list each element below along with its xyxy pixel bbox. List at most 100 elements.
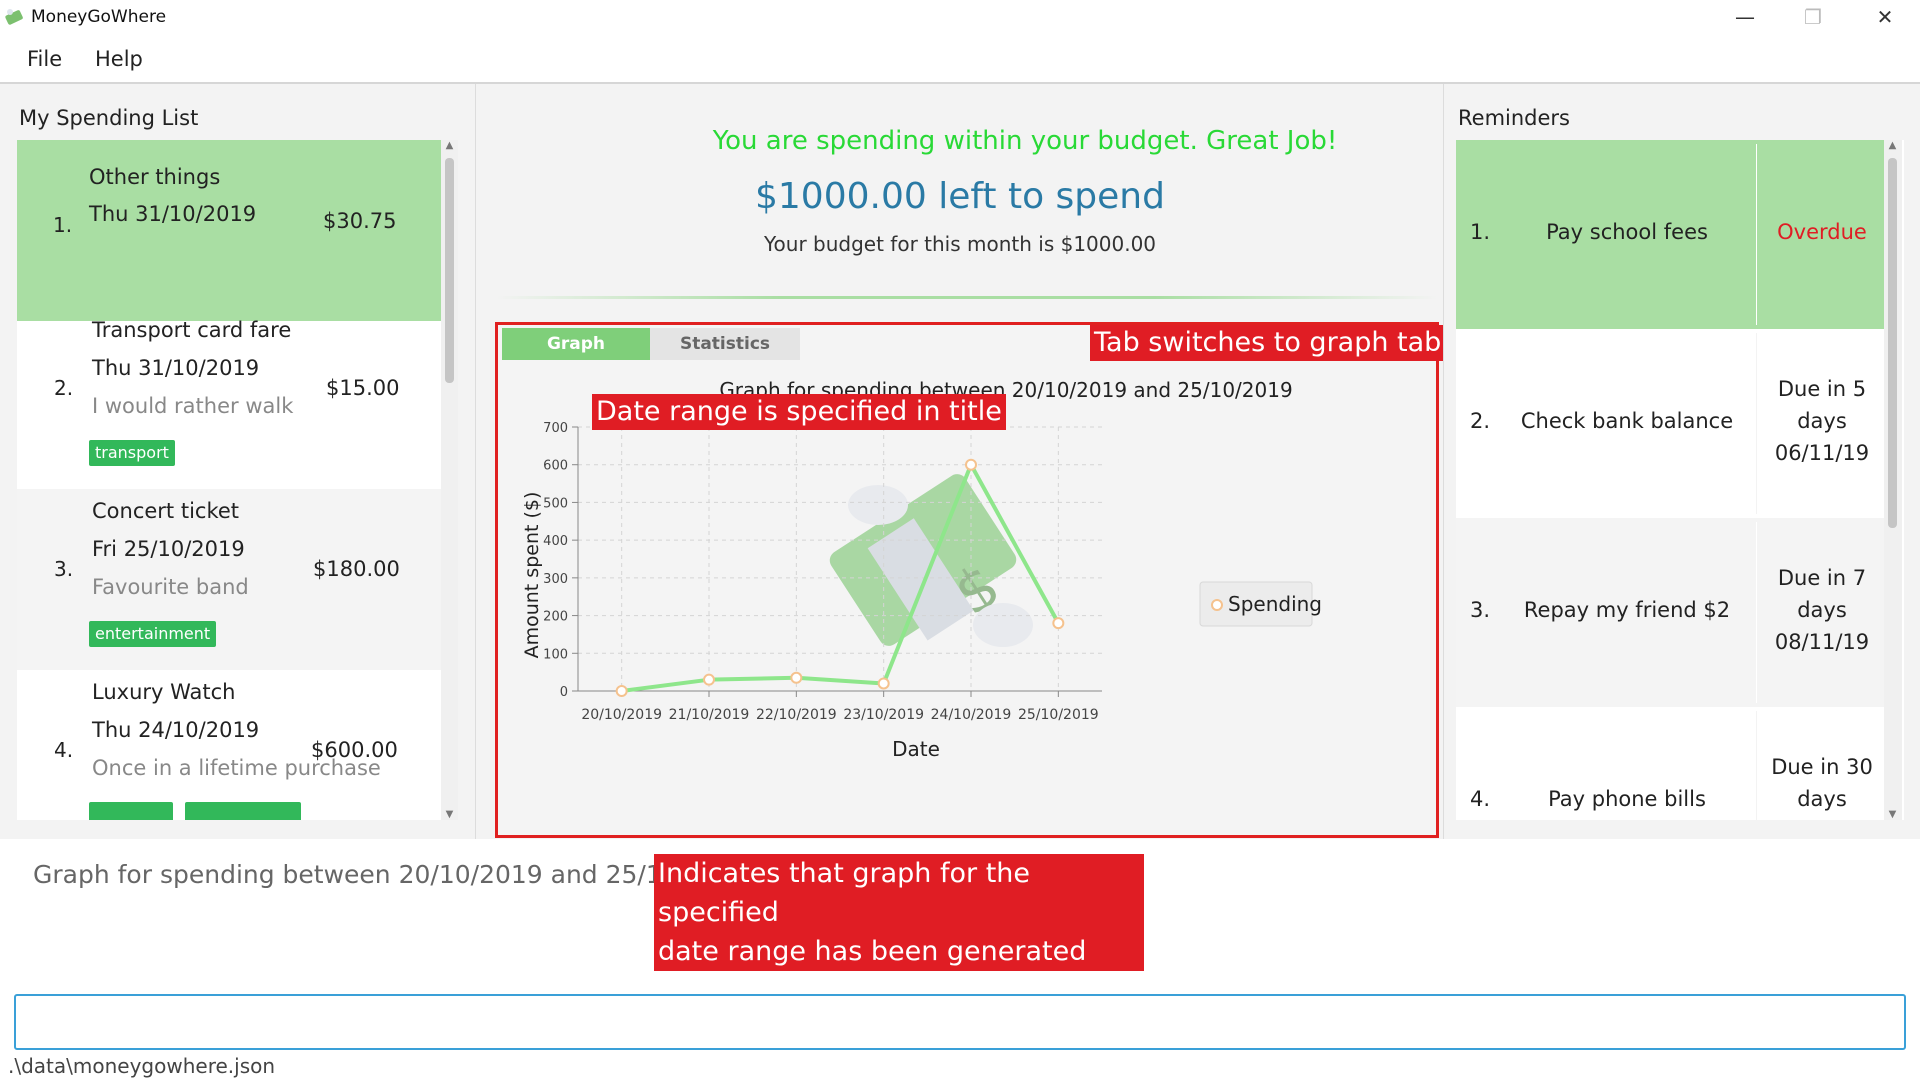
divider (497, 296, 1437, 299)
reminder-due-line: Due in 30 (1771, 755, 1873, 779)
maximize-icon[interactable]: ❐ (1778, 0, 1848, 34)
reminder-item[interactable]: 2. Check bank balance Due in 5 days 06/1… (1456, 329, 1886, 518)
spending-item-index: 4. (54, 738, 74, 762)
spending-item-name: Luxury Watch (92, 680, 236, 704)
reminder-due-line: Due in 5 (1777, 377, 1867, 401)
window-title: MoneyGoWhere (31, 7, 167, 27)
data-point (703, 673, 715, 686)
reminder-due-overdue: Overdue (1777, 220, 1867, 244)
reminder-item[interactable]: 4. Pay phone bills Due in 30 days (1456, 707, 1886, 820)
y-axis-label: Amount spent ($) (521, 492, 543, 659)
command-box[interactable] (14, 994, 1906, 1050)
annotation-result-line: Indicates that graph for the specified (658, 858, 1031, 928)
data-point (790, 671, 803, 684)
annotation-tab-callout: Tab switches to graph tab (1090, 325, 1446, 361)
y-tick-label: 400 (543, 534, 568, 549)
reminders-scrollbar[interactable]: ▲ ▼ (1884, 140, 1902, 820)
annotation-title-callout: Date range is specified in title (592, 394, 1006, 430)
data-point (1052, 617, 1065, 630)
budget-monthly-text: Your budget for this month is $1000.00 (763, 232, 1157, 256)
spending-item-note: I would rather walk (92, 394, 294, 418)
y-tick-label: 300 (543, 572, 568, 587)
reminder-due-line: Due in 7 (1777, 566, 1867, 590)
reminder-name: Pay phone bills (1548, 787, 1706, 811)
x-tick-label: 24/10/2019 (931, 707, 1012, 723)
reminder-item[interactable]: 3. Repay my friend $2 Due in 7 days 08/1… (1456, 518, 1886, 707)
spending-item[interactable]: 2. Transport card fare Thu 31/10/2019 I … (17, 308, 441, 489)
menu-bar: File Help (0, 34, 1920, 84)
command-input[interactable] (16, 996, 1904, 1048)
tab-graph[interactable]: Graph (502, 328, 650, 360)
annotation-result-callout: Indicates that graph for the specified d… (654, 854, 1144, 971)
reminder-name: Check bank balance (1520, 409, 1734, 433)
spending-item[interactable]: 3. Concert ticket Fri 25/10/2019 Favouri… (17, 489, 441, 670)
spending-item-index: 2. (54, 376, 74, 400)
result-text: Graph for spending between 20/10/2019 an… (33, 860, 750, 889)
y-tick-label: 200 (543, 610, 568, 625)
y-tick-label: 600 (543, 459, 568, 474)
reminder-name: Repay my friend $2 (1523, 598, 1731, 622)
close-icon[interactable]: ✕ (1850, 0, 1920, 34)
reminder-item[interactable]: 1. Pay school fees Overdue (1456, 140, 1886, 329)
reminder-index: 4. (1470, 787, 1491, 811)
y-tick-label: 100 (543, 647, 568, 662)
tab-statistics[interactable]: Statistics (650, 328, 800, 360)
result-display: Graph for spending between 20/10/2019 an… (14, 852, 1906, 982)
reminder-index: 3. (1470, 598, 1491, 622)
y-tick-label: 500 (543, 496, 568, 511)
reminder-due-date: 06/11/19 (1774, 441, 1870, 465)
reminders-list[interactable]: 1. Pay school fees Overdue 2. Check bank… (1456, 140, 1904, 820)
data-point (877, 677, 890, 690)
data-point (965, 458, 977, 471)
spending-item-name: Other things (89, 165, 221, 189)
scroll-up-icon[interactable]: ▲ (441, 140, 458, 151)
spending-item-date: Thu 24/10/2019 (92, 718, 260, 742)
reminder-index: 2. (1470, 409, 1491, 433)
menu-help[interactable]: Help (95, 47, 143, 71)
spending-item-date: Thu 31/10/2019 (92, 356, 260, 380)
title-bar: MoneyGoWhere — ❐ ✕ (0, 0, 1920, 34)
y-tick-label: 0 (560, 685, 568, 700)
x-axis-label: Date (892, 737, 940, 761)
budget-remaining-text: $1000.00 left to spend (755, 176, 1165, 217)
scroll-down-icon[interactable]: ▼ (441, 809, 458, 820)
data-point (615, 685, 628, 697)
annotation-result-line: date range has been generated (658, 936, 1087, 967)
app-logo-icon (5, 9, 23, 25)
spending-list[interactable]: 1. Other things Thu 31/10/2019 $30.75 2.… (17, 140, 441, 820)
x-tick-label: 25/10/2019 (1018, 707, 1099, 723)
storage-path: .\data\moneygowhere.json (8, 1054, 276, 1078)
spending-item-date: Thu 31/10/2019 (89, 202, 257, 226)
spending-item-note: Favourite band (92, 575, 249, 599)
spending-list-scrollbar[interactable]: ▲ ▼ (441, 140, 458, 820)
x-tick-label: 23/10/2019 (843, 707, 924, 723)
spending-item[interactable]: 4. Luxury Watch Thu 24/10/2019 $600.00 O… (17, 670, 441, 820)
scrollbar-thumb[interactable] (1888, 158, 1897, 528)
status-bar: .\data\moneygowhere.json (0, 1052, 1920, 1080)
minimize-icon[interactable]: — (1710, 0, 1780, 34)
spending-item-index: 3. (54, 557, 74, 581)
tag-badge: entertainment (89, 621, 217, 647)
tag-badge (185, 802, 301, 820)
spending-item-amount: $180.00 (313, 557, 400, 581)
spending-item-amount: $15.00 (326, 376, 400, 400)
scrollbar-thumb[interactable] (445, 158, 454, 383)
reminders-title: Reminders (1458, 106, 1570, 130)
budget-panel: You are spending within your budget. Gre… (477, 84, 1446, 839)
reminder-due-line: days (1797, 787, 1847, 811)
legend-label: Spending (1228, 592, 1322, 616)
reminder-due-line: days (1797, 598, 1847, 622)
reminder-due-line: days (1797, 409, 1847, 433)
menu-file[interactable]: File (27, 47, 62, 71)
y-tick-label: 700 (543, 421, 568, 436)
scroll-down-icon[interactable]: ▼ (1884, 809, 1901, 820)
spending-item[interactable]: 1. Other things Thu 31/10/2019 $30.75 (17, 140, 441, 321)
tag-badge: transport (89, 440, 175, 466)
spending-item-name: Concert ticket (92, 499, 240, 523)
scroll-up-icon[interactable]: ▲ (1884, 140, 1901, 151)
legend-marker (1211, 599, 1223, 611)
x-tick-label: 22/10/2019 (756, 707, 837, 723)
x-tick-label: 20/10/2019 (581, 707, 662, 723)
reminders-panel: Reminders 1. Pay school fees Overdue 2. … (1443, 84, 1920, 839)
tag-badge (89, 802, 173, 820)
